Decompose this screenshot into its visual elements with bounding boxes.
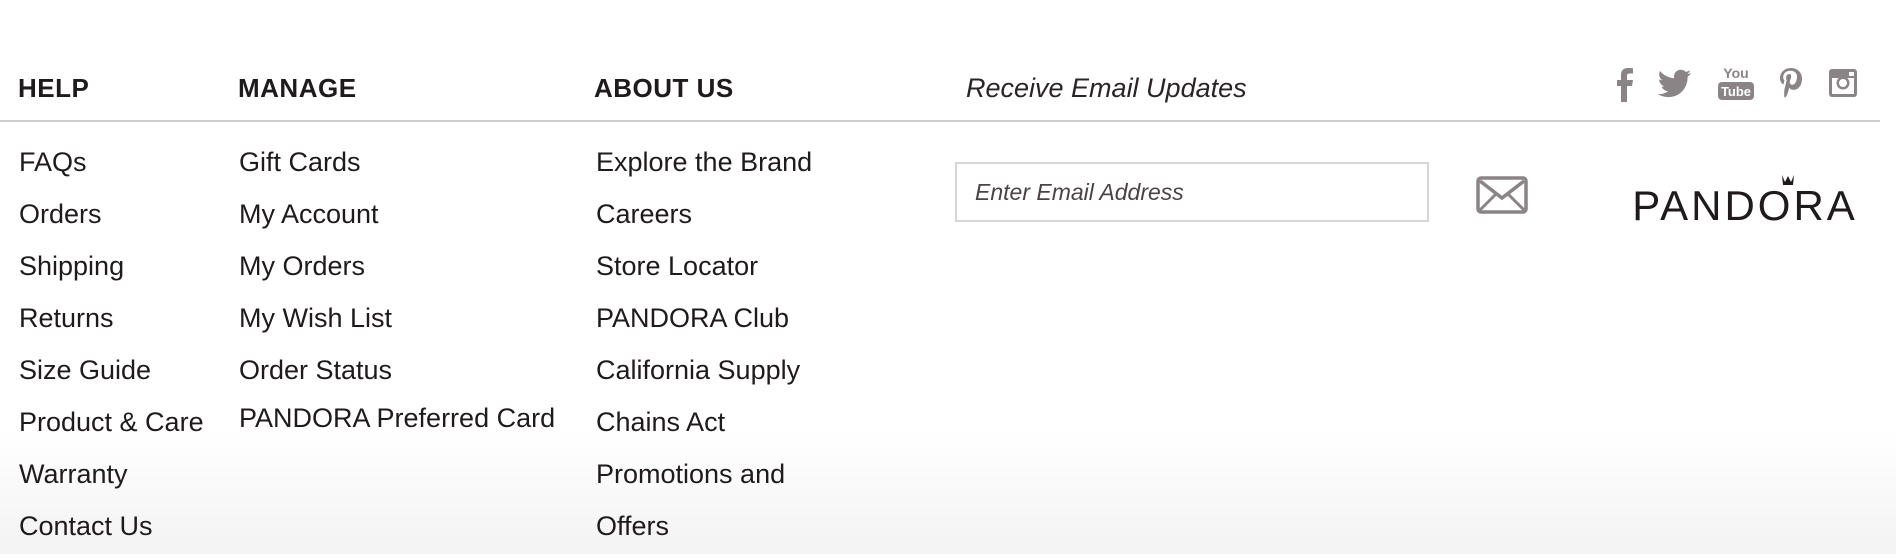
manage-link-my-orders[interactable]: My Orders — [239, 248, 555, 300]
help-link-shipping[interactable]: Shipping — [19, 248, 204, 300]
youtube-link[interactable]: You Tube — [1716, 64, 1756, 104]
manage-heading: MANAGE — [238, 73, 357, 103]
footer-divider — [0, 120, 1880, 122]
instagram-link[interactable] — [1827, 64, 1859, 104]
site-footer: HELP MANAGE ABOUT US Receive Email Updat… — [0, 0, 1896, 554]
about-link-california-supply[interactable]: California Supply — [596, 352, 812, 404]
youtube-you-text: You — [1723, 65, 1748, 81]
about-us-heading: ABOUT US — [594, 73, 734, 103]
about-link-chains-act[interactable]: Chains Act — [596, 404, 812, 456]
help-link-faqs[interactable]: FAQs — [19, 144, 204, 196]
manage-link-preferred-card[interactable]: PANDORA Preferred Card — [239, 400, 555, 452]
help-heading: HELP — [18, 73, 90, 103]
help-link-size-guide[interactable]: Size Guide — [19, 352, 204, 404]
about-link-offers[interactable]: Offers — [596, 508, 812, 560]
twitter-icon — [1657, 69, 1691, 98]
about-link-explore-brand[interactable]: Explore the Brand — [596, 144, 812, 196]
twitter-link[interactable] — [1657, 64, 1693, 104]
pandora-logo[interactable]: PANDORA — [1632, 172, 1856, 229]
help-link-product-care[interactable]: Product & Care — [19, 404, 204, 456]
about-link-pandora-club[interactable]: PANDORA Club — [596, 300, 812, 352]
about-link-store-locator[interactable]: Store Locator — [596, 248, 812, 300]
youtube-icon: You Tube — [1718, 65, 1754, 100]
email-input[interactable] — [955, 162, 1429, 222]
manage-link-my-account[interactable]: My Account — [239, 196, 555, 248]
email-updates-heading: Receive Email Updates — [966, 73, 1247, 103]
pinterest-icon — [1780, 68, 1802, 98]
about-link-careers[interactable]: Careers — [596, 196, 812, 248]
pinterest-link[interactable] — [1776, 64, 1806, 104]
manage-link-order-status[interactable]: Order Status — [239, 352, 555, 404]
youtube-tube-text: Tube — [1721, 84, 1751, 99]
help-link-returns[interactable]: Returns — [19, 300, 204, 352]
manage-link-my-wish-list[interactable]: My Wish List — [239, 300, 555, 352]
facebook-icon — [1617, 68, 1633, 102]
email-submit-button[interactable] — [1476, 176, 1528, 214]
pandora-crown-logo-icon: PANDORA — [1632, 175, 1856, 229]
help-links: FAQs Orders Shipping Returns Size Guide … — [19, 144, 204, 560]
manage-links: Gift Cards My Account My Orders My Wish … — [239, 144, 555, 452]
about-link-promotions[interactable]: Promotions and — [596, 456, 812, 508]
help-link-orders[interactable]: Orders — [19, 196, 204, 248]
help-link-warranty[interactable]: Warranty — [19, 456, 204, 508]
logo-text: PANDORA — [1634, 182, 1856, 226]
envelope-icon — [1476, 176, 1528, 214]
manage-link-gift-cards[interactable]: Gift Cards — [239, 144, 555, 196]
help-link-contact-us[interactable]: Contact Us — [19, 508, 204, 560]
facebook-link[interactable] — [1616, 64, 1634, 104]
instagram-icon — [1829, 69, 1857, 97]
about-links: Explore the Brand Careers Store Locator … — [596, 144, 812, 560]
